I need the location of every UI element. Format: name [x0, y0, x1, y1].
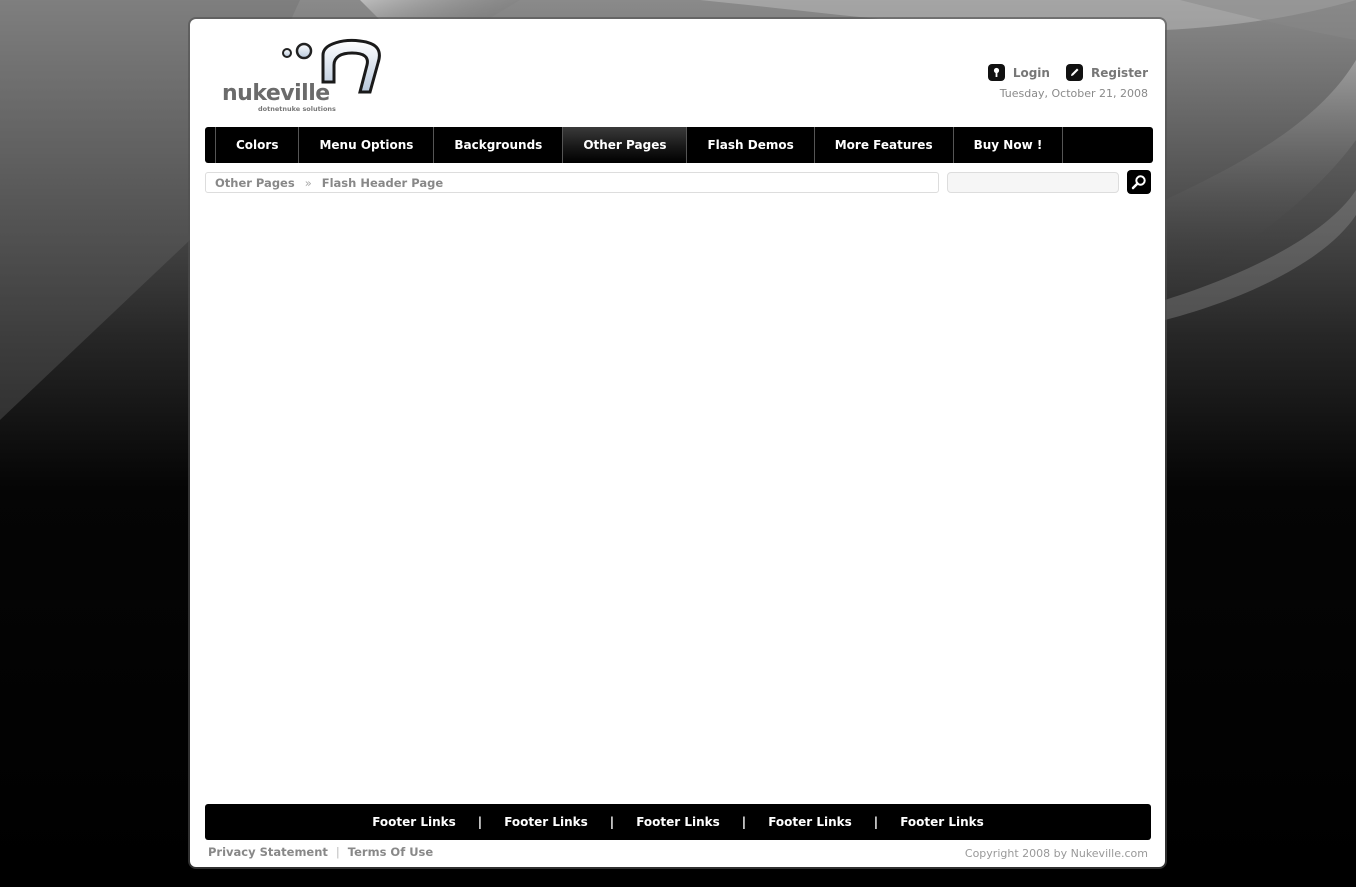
search-input[interactable]	[947, 172, 1119, 193]
breadcrumb-separator: »	[304, 175, 312, 190]
nav-item-buy-now[interactable]: Buy Now !	[952, 127, 1064, 163]
login-link[interactable]: Login	[987, 64, 1050, 81]
legal-separator: |	[335, 845, 340, 859]
footer-separator: |	[609, 815, 615, 829]
register-label: Register	[1090, 65, 1148, 80]
pencil-icon	[1065, 64, 1083, 81]
register-link[interactable]: Register	[1065, 64, 1148, 81]
nav-item-other-pages[interactable]: Other Pages	[562, 127, 687, 163]
breadcrumb-item-other-pages[interactable]: Other Pages	[215, 176, 295, 190]
current-date: Tuesday, October 21, 2008	[999, 87, 1148, 100]
footer-separator: |	[873, 815, 879, 829]
footer-link[interactable]: Footer Links	[900, 815, 984, 829]
breadcrumb: Other Pages » Flash Header Page	[205, 172, 939, 193]
site-logo[interactable]: nukeville dotnetnuke solutions	[220, 37, 390, 115]
footer-separator: |	[477, 815, 483, 829]
nav-item-colors[interactable]: Colors	[215, 127, 298, 163]
footer-links-bar: Footer Links | Footer Links | Footer Lin…	[205, 804, 1151, 840]
footer-link[interactable]: Footer Links	[504, 815, 588, 829]
logo-text: nukeville	[222, 81, 330, 106]
nav-item-more-features[interactable]: More Features	[813, 127, 953, 163]
nav-item-backgrounds[interactable]: Backgrounds	[433, 127, 562, 163]
footer-link[interactable]: Footer Links	[372, 815, 456, 829]
footer-link[interactable]: Footer Links	[636, 815, 720, 829]
page-container: nukeville dotnetnuke solutions Login Reg…	[190, 19, 1165, 867]
legal-links: Privacy Statement | Terms Of Use	[208, 845, 433, 859]
logo-subtext: dotnetnuke solutions	[258, 105, 336, 113]
nav-item-flash-demos[interactable]: Flash Demos	[686, 127, 813, 163]
login-label: Login	[1012, 65, 1050, 80]
account-links: Login Register	[972, 64, 1148, 81]
nav-item-menu-options[interactable]: Menu Options	[298, 127, 433, 163]
terms-of-use-link[interactable]: Terms Of Use	[348, 845, 433, 859]
footer-separator: |	[741, 815, 747, 829]
search-button[interactable]	[1127, 170, 1151, 194]
main-nav: Colors Menu Options Backgrounds Other Pa…	[205, 127, 1153, 163]
footer-link[interactable]: Footer Links	[768, 815, 852, 829]
privacy-statement-link[interactable]: Privacy Statement	[208, 845, 328, 859]
copyright-text: Copyright 2008 by Nukeville.com	[964, 847, 1148, 860]
search-icon	[1131, 175, 1146, 190]
key-icon	[987, 64, 1005, 81]
breadcrumb-item-current[interactable]: Flash Header Page	[322, 176, 443, 190]
